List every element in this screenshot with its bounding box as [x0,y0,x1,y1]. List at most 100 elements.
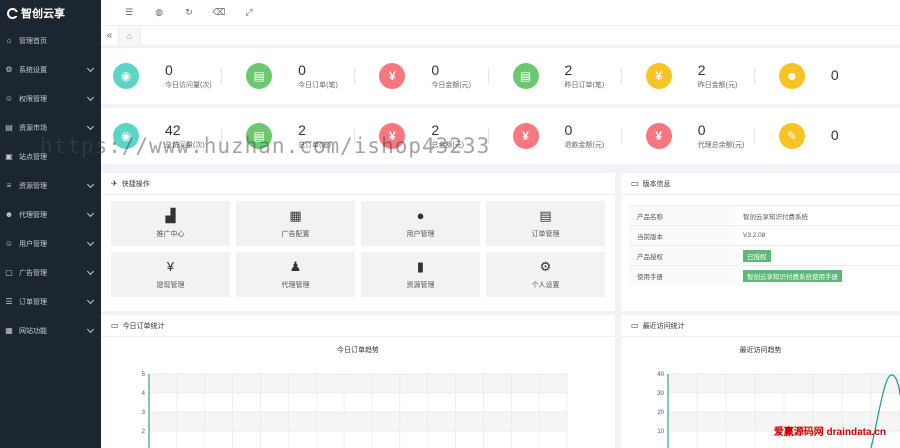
yen-icon: ¥ [379,63,406,89]
yen-icon: ¥ [512,123,539,149]
chart-icon: ▟ [165,208,176,223]
divider [753,128,755,144]
yen-icon: ¥ [645,63,672,89]
watermark-text: https://www.huzhan.com/ishop43233 [40,134,491,158]
sidebar-item[interactable]: ⌂ 管理首页 [0,26,101,55]
refresh-icon[interactable]: ↻ [174,0,204,26]
sidebar-item-label: 权限管理 [19,95,47,103]
stat-text: 2 昨日订单(笔) [565,62,605,90]
order-icon: ▤ [539,208,552,223]
sidebar-item-label: 资源管理 [19,182,47,190]
sidebar-item[interactable]: ☰ 订单管理 [0,287,101,316]
stat-text: 0 [831,127,839,145]
chevron-down-icon [86,93,95,101]
y-tick-label: 30 [657,391,664,397]
watermark-site: 爱赢源码网 draindata.cn [773,427,886,438]
home-icon: ⌂ [126,30,133,41]
y-tick-label: 5 [142,372,146,378]
sidebar-item[interactable]: ☺ 用户管理 [0,229,101,258]
quick-op-button[interactable]: ▤ 订单管理 [486,201,605,246]
version-value: 智创云享知识付费系统 [743,213,808,221]
tab-bar: « ⌂ [101,26,900,45]
monitor-icon: ▭ [631,321,639,330]
status-badge[interactable]: 智创云享知识付费系统使用手册 [743,269,842,282]
quick-op-label: 用户管理 [406,231,435,238]
sidebar-item[interactable]: ≡ 资源管理 [0,171,101,200]
sidebar-item[interactable]: ☺ 权限管理 [0,84,101,113]
stat-label: 昨日订单(笔) [564,82,605,89]
panel-header: ▭ 今日订单统计 [101,315,615,337]
order-stats-panel: ▭ 今日订单统计 今日订单趋势 5 4 3 2 [101,315,615,448]
quick-op-button[interactable]: ♟ 代理管理 [236,252,355,297]
version-row: 使用手册 智创云享知识付费系统使用手册 [629,265,900,286]
trash-icon[interactable]: ⌫ [204,0,234,26]
stat-card: ◉ 0 今日访问量(次) [101,48,234,104]
sidebar-item[interactable]: ☻ 代理管理 [0,200,101,229]
quick-op-button[interactable]: ▦ 广告配置 [236,201,355,246]
sidebar-item[interactable]: ⚙ 系统设置 [0,55,101,84]
quick-op-button[interactable]: ● 用户管理 [361,201,480,246]
divider [487,68,489,84]
panel-header: ▭ 最近访问统计 [621,315,900,337]
clipboard-icon: ▤ [512,63,539,89]
stat-text: 2 昨日金额(元) [698,62,738,90]
quick-op-label: 代理管理 [281,282,310,289]
stat-text: 0 退款金额(元) [565,122,605,150]
y-tick-label: 3 [142,410,146,416]
chart-title: 最近访问趋势 [739,347,782,354]
sidebar-menu: ⌂ 管理首页 ⚙ 系统设置 ☺ 权限管理 ▤ 资源市场 ▣ 站点管理 ≡ 资源管理 ☻ 代理管理 ☺ 用户管理… [0,26,101,345]
sidebar-item-label: 订单管理 [19,298,47,306]
menu-toggle-icon[interactable]: ☰ [114,0,144,26]
version-row: 产品授权 已授权 [629,245,900,266]
stat-text: 0 今日访问量(次) [165,62,212,90]
version-label: 使用手册 [629,265,735,286]
version-value-cell: 已授权 [735,245,900,266]
chevron-down-icon [86,122,95,130]
quick-op-button[interactable]: ▟ 推广中心 [111,201,230,246]
y-tick-label: 2 [142,429,146,435]
chevron-down-icon [86,238,95,246]
quick-op-button[interactable]: ⚙ 个人设置 [486,252,605,297]
tab-collapse-button[interactable]: « [101,26,119,45]
chevron-down-icon [86,267,95,275]
quick-op-button[interactable]: ¥ 提现管理 [111,252,230,297]
stat-card: ✎ 0 [767,108,900,164]
grid-band [149,374,567,393]
chevron-down-icon [86,180,95,188]
monitor-icon: ▭ [631,179,639,188]
sidebar-item-label: 用户管理 [19,240,47,248]
stat-card: ▤ 0 今日订单(笔) [234,48,367,104]
stat-card: ▤ 2 昨日订单(笔) [501,48,634,104]
version-value-cell: 智创云享知识付费系统 [735,205,900,226]
stat-value: 2 [564,62,573,78]
book-icon: ▮ [416,259,425,274]
sidebar-item-label: 代理管理 [19,211,47,219]
divider [221,68,223,84]
tab-home[interactable]: ⌂ [119,26,141,45]
stat-value: 0 [431,62,440,78]
stat-label: 今日金额(元) [431,82,472,89]
grid-icon: ▦ [289,208,302,223]
yen-icon: ¥ [645,123,672,149]
quick-op-label: 个人设置 [531,282,560,289]
theme-icon[interactable]: ◍ [144,0,174,26]
agent-icon: ♟ [289,259,302,274]
cart-icon: ▤ [5,122,13,132]
stat-label: 昨日金额(元) [697,82,738,89]
divider [753,68,755,84]
withdraw-icon: ¥ [166,259,175,274]
chevron-down-icon [86,209,95,217]
sidebar-item[interactable]: ▢ 广告管理 [0,258,101,287]
quick-op-label: 推广中心 [156,231,185,238]
stat-card: ¥0 退款金额(元) [501,108,634,164]
app-logo[interactable]: 智创云享 [0,0,101,26]
gear-icon: ⚙ [5,64,13,74]
version-label: 产品名称 [629,205,735,226]
fullscreen-icon[interactable]: ⤢ [234,0,264,26]
y-tick-label: 40 [657,372,664,378]
database-icon: ≡ [6,180,12,190]
sidebar: 智创云享 ⌂ 管理首页 ⚙ 系统设置 ☺ 权限管理 ▤ 资源市场 ▣ 站点管理 ≡ 资源管理 ☻ 代理管理… [0,0,101,448]
version-value-cell: V3.2.08 [735,225,900,246]
sidebar-item[interactable]: ▦ 网站功能 [0,316,101,345]
quick-op-button[interactable]: ▮ 资源管理 [361,252,480,297]
